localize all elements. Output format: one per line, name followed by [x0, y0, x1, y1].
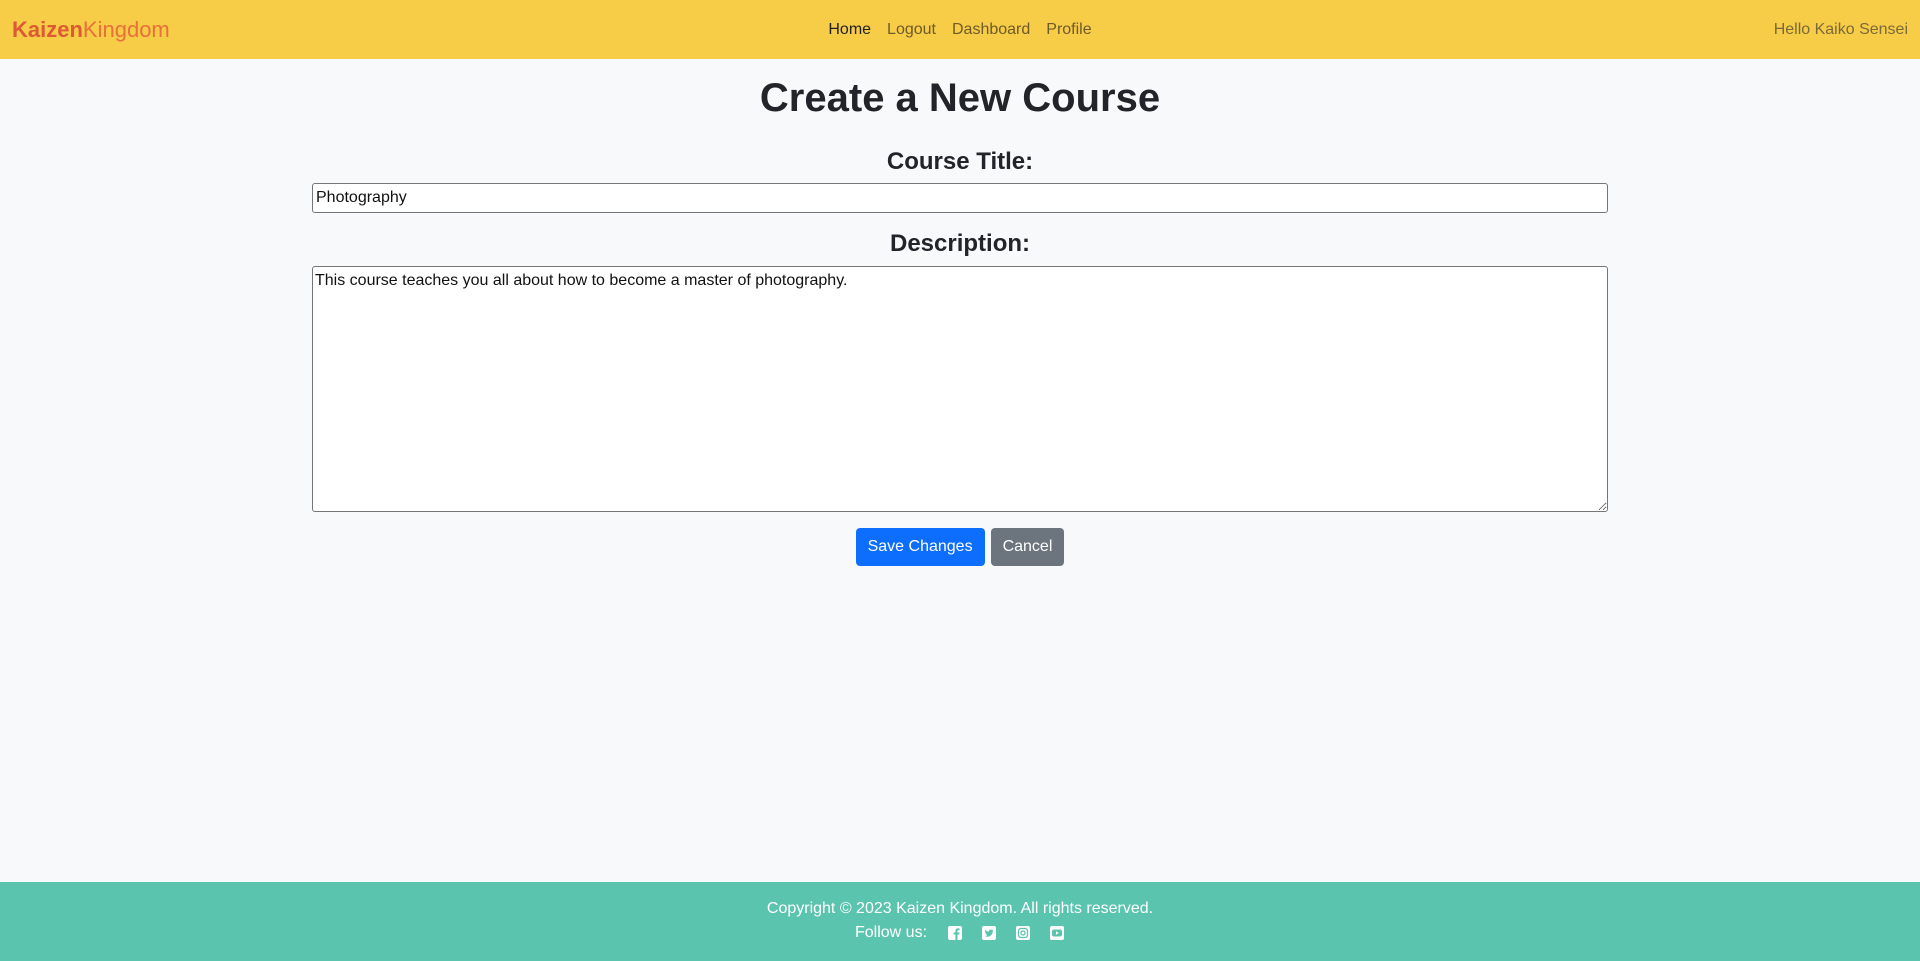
social-links: Follow us:: [0, 924, 1920, 942]
cancel-button[interactable]: Cancel: [990, 528, 1065, 566]
nav-dashboard-link[interactable]: Dashboard: [952, 21, 1030, 39]
instagram-icon[interactable]: [1015, 925, 1031, 941]
youtube-icon[interactable]: [1049, 925, 1065, 941]
description-label: Description:: [889, 230, 1030, 257]
brand-name-light: Kingdom: [82, 16, 170, 42]
course-title-input[interactable]: [312, 183, 1608, 213]
nav-home-link[interactable]: Home: [828, 21, 871, 39]
navbar: Kaizen Kingdom Home Logout Dashboard Prof…: [0, 0, 1920, 59]
nav-profile-link[interactable]: Profile: [1046, 21, 1091, 39]
facebook-icon[interactable]: [947, 925, 963, 941]
brand-logo[interactable]: Kaizen Kingdom: [12, 0, 170, 59]
brand-name-bold: Kaizen: [12, 16, 83, 42]
user-greeting: Hello Kaiko Sensei: [1773, 20, 1908, 38]
page-title: Create a New Course: [759, 76, 1161, 120]
copyright-text: Copyright © 2023 Kaizen Kingdom. All rig…: [766, 900, 1154, 917]
footer: Copyright © 2023 Kaizen Kingdom. All rig…: [0, 882, 1920, 961]
description-textarea[interactable]: This course teaches you all about how to…: [312, 266, 1608, 512]
twitter-icon[interactable]: [981, 925, 997, 941]
save-changes-button[interactable]: Save Changes: [855, 528, 985, 566]
form-actions: Save Changes Cancel: [0, 528, 1920, 566]
follow-us-label: Follow us:: [854, 924, 928, 941]
course-title-label: Course Title:: [886, 148, 1034, 175]
nav-links: Home Logout Dashboard Profile: [0, 0, 1920, 59]
nav-logout-link[interactable]: Logout: [887, 21, 936, 39]
